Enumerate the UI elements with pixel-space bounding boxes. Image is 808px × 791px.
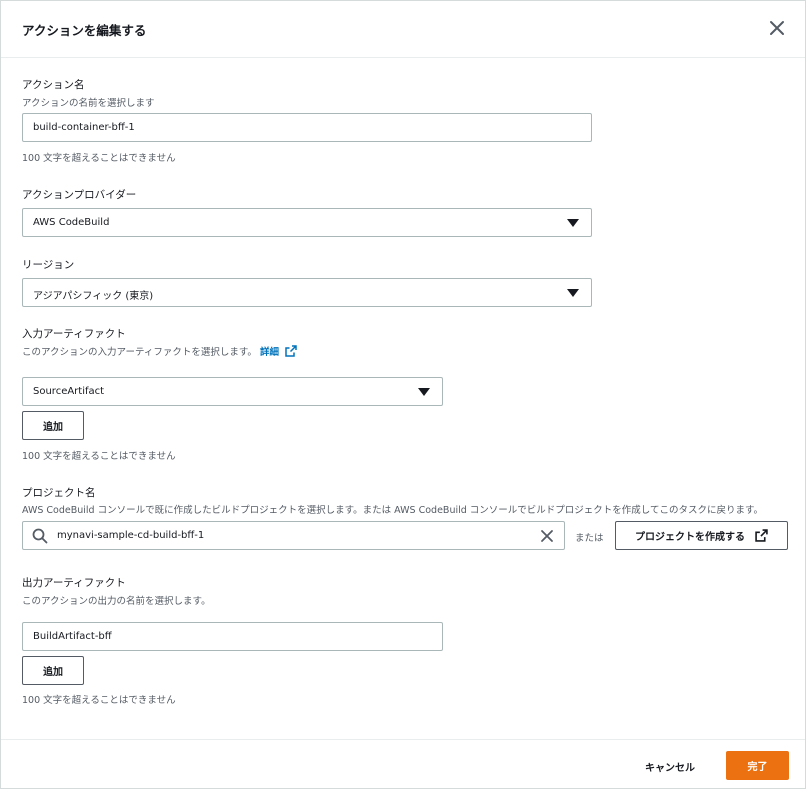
- output-artifact-hint: 100 文字を超えることはできません: [22, 695, 176, 706]
- region-select[interactable]: アジアパシフィック (東京): [22, 278, 592, 307]
- action-provider-select[interactable]: AWS CodeBuild: [22, 208, 592, 237]
- input-artifact-label: 入力アーティファクト: [22, 328, 126, 340]
- output-artifact-add-button[interactable]: 追加: [22, 656, 84, 685]
- caret-down-icon: [418, 388, 430, 396]
- region-label: リージョン: [22, 259, 75, 271]
- create-project-button[interactable]: プロジェクトを作成する: [615, 521, 788, 550]
- region-value: アジアパシフィック (東京): [33, 291, 154, 302]
- caret-down-icon: [567, 289, 579, 297]
- create-project-label: プロジェクトを作成する: [635, 532, 745, 543]
- input-artifact-description: このアクションの入力アーティファクトを選択します。 詳細: [22, 344, 298, 358]
- input-artifact-add-button[interactable]: 追加: [22, 411, 84, 440]
- input-artifact-hint: 100 文字を超えることはできません: [22, 451, 176, 462]
- output-artifact-label: 出力アーティファクト: [22, 577, 126, 589]
- cancel-button[interactable]: キャンセル: [633, 752, 707, 780]
- external-link-icon: [755, 529, 768, 542]
- project-name-description: AWS CodeBuild コンソールで既に作成したビルドプロジェクトを選択しま…: [22, 505, 764, 516]
- search-icon: [32, 528, 48, 544]
- edit-action-modal: アクションを編集する アクション名 アクションの名前を選択します 100 文字を…: [0, 0, 806, 789]
- input-artifact-value: SourceArtifact: [33, 386, 105, 397]
- input-artifact-select[interactable]: SourceArtifact: [22, 377, 443, 406]
- external-link-icon: [285, 345, 298, 357]
- details-link[interactable]: 詳細: [259, 345, 298, 358]
- modal-title: アクションを編集する: [22, 23, 147, 38]
- action-provider-value: AWS CodeBuild: [33, 217, 110, 228]
- action-name-label: アクション名: [22, 79, 85, 91]
- project-name-label: プロジェクト名: [22, 487, 96, 499]
- details-link-text: 詳細: [259, 347, 279, 358]
- modal-header: アクションを編集する: [1, 1, 805, 58]
- modal-footer: キャンセル 完了: [1, 739, 805, 790]
- action-name-description: アクションの名前を選択します: [22, 98, 155, 109]
- project-search-field[interactable]: mynavi-sample-cd-build-bff-1: [22, 521, 565, 550]
- close-icon[interactable]: [767, 18, 787, 38]
- or-text: または: [575, 533, 604, 544]
- clear-icon[interactable]: [540, 529, 554, 543]
- done-button[interactable]: 完了: [726, 751, 789, 780]
- action-name-hint: 100 文字を超えることはできません: [22, 153, 176, 164]
- output-artifact-description: このアクションの出力の名前を選択します。: [22, 596, 211, 607]
- caret-down-icon: [567, 219, 579, 227]
- output-artifact-input[interactable]: [22, 622, 443, 651]
- project-search-value: mynavi-sample-cd-build-bff-1: [57, 530, 205, 541]
- action-provider-label: アクションプロバイダー: [22, 189, 137, 201]
- action-name-input[interactable]: [22, 113, 592, 142]
- input-artifact-description-text: このアクションの入力アーティファクトを選択します。: [22, 347, 257, 358]
